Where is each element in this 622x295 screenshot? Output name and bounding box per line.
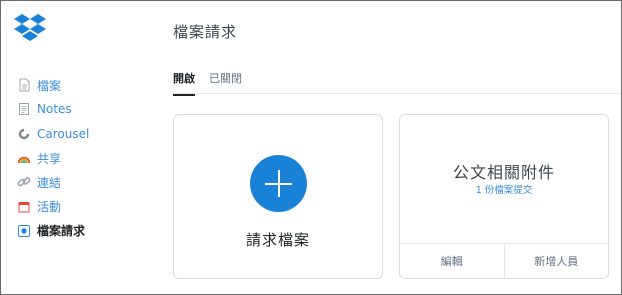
- carousel-icon: [17, 127, 31, 141]
- sidebar-item-label: Notes: [37, 102, 72, 117]
- sidebar-item-carousel[interactable]: Carousel: [17, 122, 157, 146]
- file-request-icon: [17, 224, 31, 238]
- file-request-card: 公文相關附件 1 份檔案提交 編輯 新增人員: [399, 114, 609, 279]
- sidebar-nav: 檔案 Notes Carousel 共享 連結 活動 檔案請求: [17, 73, 157, 243]
- calendar-icon: [17, 200, 31, 214]
- sidebar-item-files[interactable]: 檔案: [17, 73, 157, 97]
- sidebar-item-label: Carousel: [37, 126, 90, 141]
- sidebar-item-notes[interactable]: Notes: [17, 97, 157, 121]
- sidebar-item-sharing[interactable]: 共享: [17, 146, 157, 170]
- link-icon: [17, 175, 31, 189]
- sidebar-item-label: 檔案: [37, 78, 62, 93]
- edit-button[interactable]: 編輯: [400, 244, 504, 278]
- rainbow-share-icon: [17, 151, 31, 165]
- page-title: 檔案請求: [173, 23, 238, 41]
- sidebar-item-events[interactable]: 活動: [17, 194, 157, 218]
- card-actions: 編輯 新增人員: [400, 243, 608, 278]
- app-window: 檔案 Notes Carousel 共享 連結 活動 檔案請求 檔案請求 開啟 …: [0, 0, 622, 295]
- tabs-divider: [173, 93, 621, 94]
- sidebar-item-label: 連結: [37, 175, 62, 190]
- request-title: 公文相關附件: [452, 163, 555, 182]
- sidebar-item-file-requests[interactable]: 檔案請求: [17, 219, 157, 243]
- sidebar-item-label: 活動: [37, 200, 62, 215]
- sidebar-item-links[interactable]: 連結: [17, 170, 157, 194]
- new-request-label: 請求檔案: [245, 231, 310, 249]
- submission-count-link[interactable]: 1 份檔案提交: [400, 182, 608, 196]
- file-icon: [17, 78, 31, 92]
- sidebar-item-label: 檔案請求: [37, 224, 86, 239]
- dropbox-logo-icon[interactable]: [13, 14, 47, 44]
- plus-icon[interactable]: [250, 155, 307, 212]
- notes-icon: [17, 102, 31, 116]
- sidebar-item-label: 共享: [37, 151, 62, 166]
- new-request-card[interactable]: 請求檔案: [173, 114, 383, 279]
- add-people-button[interactable]: 新增人員: [503, 244, 609, 278]
